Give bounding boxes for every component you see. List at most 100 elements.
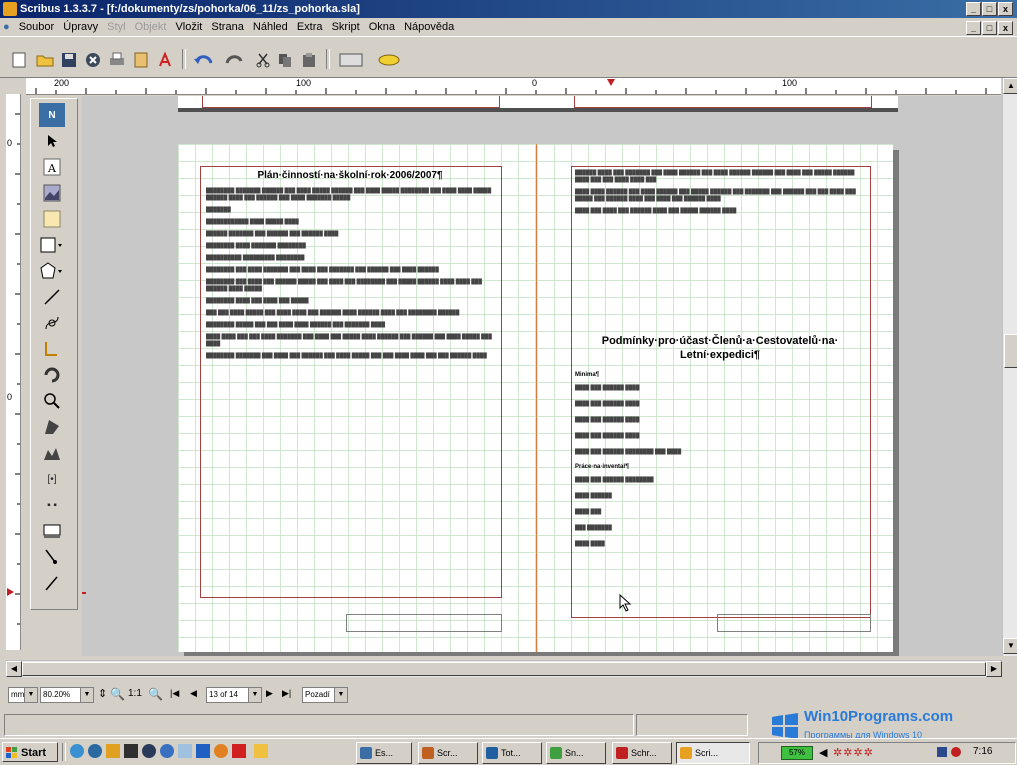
text-frame-tool-icon[interactable]: A (39, 155, 65, 179)
table-tool-icon[interactable] (39, 519, 65, 543)
document-canvas[interactable]: Plán·činností·na·školní·rok·2006/2007¶ █… (82, 96, 1002, 656)
zoom-ratio[interactable]: 1:1 (128, 688, 142, 699)
task-button-2[interactable]: Scr... (418, 742, 478, 764)
color-management-icon[interactable] (374, 49, 404, 71)
battery-indicator[interactable]: 57% (781, 746, 813, 760)
task-button-4[interactable]: Sn... (546, 742, 606, 764)
task-button-1[interactable]: Es... (356, 742, 412, 764)
first-page-icon[interactable]: |◀ (170, 688, 179, 699)
page-right[interactable]: ██████ ████ ███ ███████ ███ ████ ██████ … (536, 144, 893, 652)
redo-icon[interactable] (222, 49, 244, 71)
zoom-tool-icon[interactable] (39, 389, 65, 413)
quicklaunch-browser-icon[interactable] (88, 744, 102, 758)
doc-minimize-button[interactable]: _ (966, 21, 981, 35)
edit-content-tool-icon[interactable] (39, 415, 65, 439)
scroll-down-button[interactable]: ▼ (1003, 638, 1017, 654)
scroll-up-button[interactable]: ▲ (1003, 78, 1017, 94)
tray-alert-icon[interactable] (951, 747, 961, 757)
maximize-button[interactable]: □ (982, 2, 997, 16)
menu-upravy[interactable]: Úpravy (60, 18, 101, 36)
image-frame-tool-icon[interactable] (39, 181, 65, 205)
quicklaunch-editor-icon[interactable] (196, 744, 210, 758)
minimize-button[interactable]: _ (966, 2, 981, 16)
next-page-icon[interactable]: ▶ (266, 688, 273, 699)
measure-tool-icon[interactable] (39, 545, 65, 569)
page-left[interactable]: Plán·činností·na·školní·rok·2006/2007¶ █… (178, 144, 536, 652)
open-folder-icon[interactable] (34, 49, 56, 71)
task-button-5[interactable]: Schr... (612, 742, 672, 764)
zoom-stepper-icon[interactable]: ⇕ (98, 687, 107, 700)
vertical-scroll-thumb[interactable] (1004, 334, 1017, 368)
tools-palette: N A [•] ▪ ▪ (30, 98, 78, 610)
menu-soubor[interactable]: Soubor (16, 18, 57, 36)
unit-select[interactable]: mm ▼ (8, 687, 38, 703)
start-button[interactable]: Start (2, 742, 58, 762)
task-button-scribus[interactable]: Scri... (676, 742, 750, 764)
quicklaunch-terminal-icon[interactable] (124, 744, 138, 758)
vertical-scrollbar[interactable]: ▲ ▼ (1002, 78, 1017, 656)
horizontal-scrollbar[interactable]: ◀ ▶ (6, 660, 1002, 677)
menu-styl[interactable]: Styl (104, 18, 128, 36)
menu-skript[interactable]: Skript (329, 18, 363, 36)
quicklaunch-globe-icon[interactable] (160, 744, 174, 758)
tray-icons[interactable]: ✲✲✲✲ (833, 746, 874, 759)
layer-select[interactable]: Pozadí ▼ (302, 687, 348, 703)
freehand-line-icon[interactable] (39, 337, 65, 361)
horizontal-scroll-thumb[interactable] (22, 662, 986, 676)
undo-icon[interactable] (192, 49, 214, 71)
page-select[interactable]: 13 of 14 ▼ (206, 687, 262, 703)
toolbox-header-icon[interactable]: N (39, 103, 65, 127)
quicklaunch-red-icon[interactable] (232, 744, 246, 758)
tray-app-icon[interactable] (937, 747, 947, 757)
rotate-tool-icon[interactable] (39, 363, 65, 387)
save-icon[interactable] (58, 49, 80, 71)
preflight-icon[interactable] (130, 49, 152, 71)
print-icon[interactable] (106, 49, 128, 71)
zoom-out-icon[interactable]: 🔍 (110, 687, 125, 701)
image-frame-toggle-icon[interactable] (336, 49, 366, 71)
copy-icon[interactable] (274, 49, 296, 71)
scroll-left-button[interactable]: ◀ (6, 661, 22, 677)
quicklaunch-folder2-icon[interactable] (254, 744, 268, 758)
last-page-icon[interactable]: ▶| (282, 688, 291, 699)
pdf-export-icon[interactable] (154, 49, 176, 71)
select-tool-icon[interactable] (39, 129, 65, 153)
menu-nahled[interactable]: Náhled (250, 18, 291, 36)
previous-page-icon[interactable]: ◀ (190, 688, 197, 699)
page-number-frame-left[interactable] (346, 614, 502, 632)
zoom-select[interactable]: 80.20% ▼ (40, 687, 94, 703)
eyedropper-tool-icon[interactable] (39, 571, 65, 595)
quicklaunch-folder-icon[interactable] (106, 744, 120, 758)
task-button-3[interactable]: Tot... (482, 742, 542, 764)
network-icon[interactable]: ◀ (819, 746, 827, 759)
close-document-icon[interactable] (82, 49, 104, 71)
cut-icon[interactable] (252, 49, 274, 71)
quicklaunch-media-icon[interactable] (142, 744, 156, 758)
menu-extra[interactable]: Extra (294, 18, 326, 36)
bezier-tool-icon[interactable] (39, 311, 65, 335)
shape-tool-icon[interactable] (39, 233, 65, 257)
render-frame-tool-icon[interactable] (39, 207, 65, 231)
menu-strana[interactable]: Strana (208, 18, 246, 36)
menu-napoveda[interactable]: Nápověda (401, 18, 457, 36)
quicklaunch-ie-icon[interactable] (70, 744, 84, 758)
polygon-tool-icon[interactable] (39, 259, 65, 283)
copy-properties-tool-icon[interactable] (39, 441, 65, 465)
close-button[interactable]: x (998, 2, 1013, 16)
zoom-in-icon[interactable]: 🔍 (148, 687, 163, 701)
new-document-icon[interactable] (8, 49, 30, 71)
link-frames-tool-icon[interactable]: [•] (39, 467, 65, 491)
quicklaunch-firefox-icon[interactable] (214, 744, 228, 758)
page-number-frame-right[interactable] (717, 614, 871, 632)
doc-close-button[interactable]: x (998, 21, 1013, 35)
menu-vlozit[interactable]: Vložit (172, 18, 205, 36)
scroll-right-button[interactable]: ▶ (986, 661, 1002, 677)
clock[interactable]: 7:16 (973, 746, 992, 757)
menu-okna[interactable]: Okna (366, 18, 398, 36)
quicklaunch-app-icon[interactable] (178, 744, 192, 758)
menu-objekt[interactable]: Objekt (132, 18, 170, 36)
paste-icon[interactable] (298, 49, 320, 71)
doc-maximize-button[interactable]: □ (982, 21, 997, 35)
unlink-frames-tool-icon[interactable]: ▪ ▪ (39, 493, 65, 517)
line-tool-icon[interactable] (39, 285, 65, 309)
